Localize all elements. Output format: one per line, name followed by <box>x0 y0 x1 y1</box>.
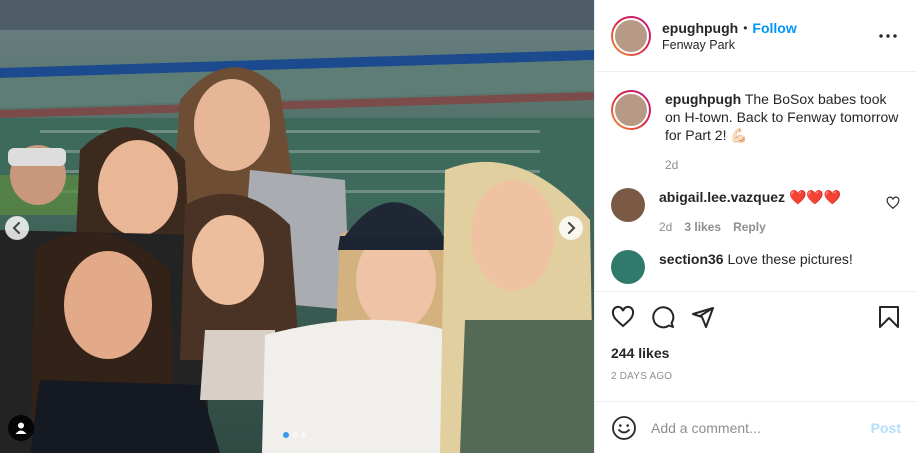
comment-text: ❤️❤️❤️ <box>788 189 842 205</box>
comment-avatar[interactable] <box>611 250 645 284</box>
caption-avatar[interactable] <box>611 90 651 130</box>
post-actions <box>595 291 916 341</box>
chevron-left-icon <box>12 222 20 234</box>
comment-icon <box>652 305 675 328</box>
bookmark-icon <box>879 305 899 328</box>
comment-likes[interactable]: 3 likes <box>684 220 721 234</box>
tagged-users-button[interactable] <box>8 415 34 441</box>
caption: epughpugh The BoSox babes took on H-town… <box>611 90 900 172</box>
user-tag-icon <box>15 422 27 434</box>
emoji-icon[interactable] <box>611 415 637 441</box>
comment-composer: Add a comment... Post <box>595 401 916 453</box>
reply-button[interactable]: Reply <box>733 220 766 234</box>
post-location[interactable]: Fenway Park <box>662 38 876 52</box>
carousel-dot <box>283 432 289 438</box>
comment-avatar[interactable] <box>611 188 645 222</box>
like-button[interactable] <box>609 303 637 331</box>
carousel-dot <box>301 432 307 438</box>
caption-username[interactable]: epughpugh <box>665 91 741 107</box>
likes-count[interactable]: 244 likes <box>611 345 669 361</box>
comment-item: abigail.lee.vazquez ❤️❤️❤️ 2d 3 likes Re… <box>611 188 900 234</box>
chevron-right-icon <box>568 222 576 234</box>
comment-item: section36 Love these pictures! <box>611 250 900 284</box>
more-icon <box>879 33 897 38</box>
comment-input[interactable]: Add a comment... <box>651 420 871 436</box>
comment-like-heart-icon[interactable] <box>886 196 900 210</box>
photo-scene <box>0 0 594 453</box>
post-comment-button[interactable]: Post <box>871 420 901 436</box>
comment-username[interactable]: section36 <box>659 251 724 267</box>
follow-button[interactable]: Follow <box>752 20 796 36</box>
comment-text: Love these pictures! <box>727 251 853 267</box>
save-button[interactable] <box>875 303 903 331</box>
post-dialog: epughpugh • Follow Fenway Park epughpugh… <box>0 0 916 453</box>
heart-icon <box>611 305 635 327</box>
comment-button[interactable] <box>649 303 677 331</box>
next-photo-button[interactable] <box>559 216 583 240</box>
more-options-button[interactable] <box>876 24 900 48</box>
carousel-indicator <box>283 432 307 438</box>
author-username[interactable]: epughpugh <box>662 20 738 36</box>
carousel-dot <box>292 432 298 438</box>
share-icon <box>692 306 714 328</box>
comments-list: epughpugh The BoSox babes took on H-town… <box>595 72 916 291</box>
comment-username[interactable]: abigail.lee.vazquez <box>659 189 785 205</box>
header-separator: • <box>743 20 748 35</box>
share-button[interactable] <box>689 303 717 331</box>
caption-age[interactable]: 2d <box>665 158 678 172</box>
comment-age[interactable]: 2d <box>659 220 672 234</box>
previous-photo-button[interactable] <box>5 216 29 240</box>
author-avatar[interactable] <box>611 15 651 56</box>
post-timestamp[interactable]: 2 DAYS AGO <box>611 371 672 382</box>
post-photo[interactable] <box>0 0 594 453</box>
post-sidebar: epughpugh • Follow Fenway Park epughpugh… <box>594 0 916 453</box>
post-header: epughpugh • Follow Fenway Park <box>595 0 916 72</box>
